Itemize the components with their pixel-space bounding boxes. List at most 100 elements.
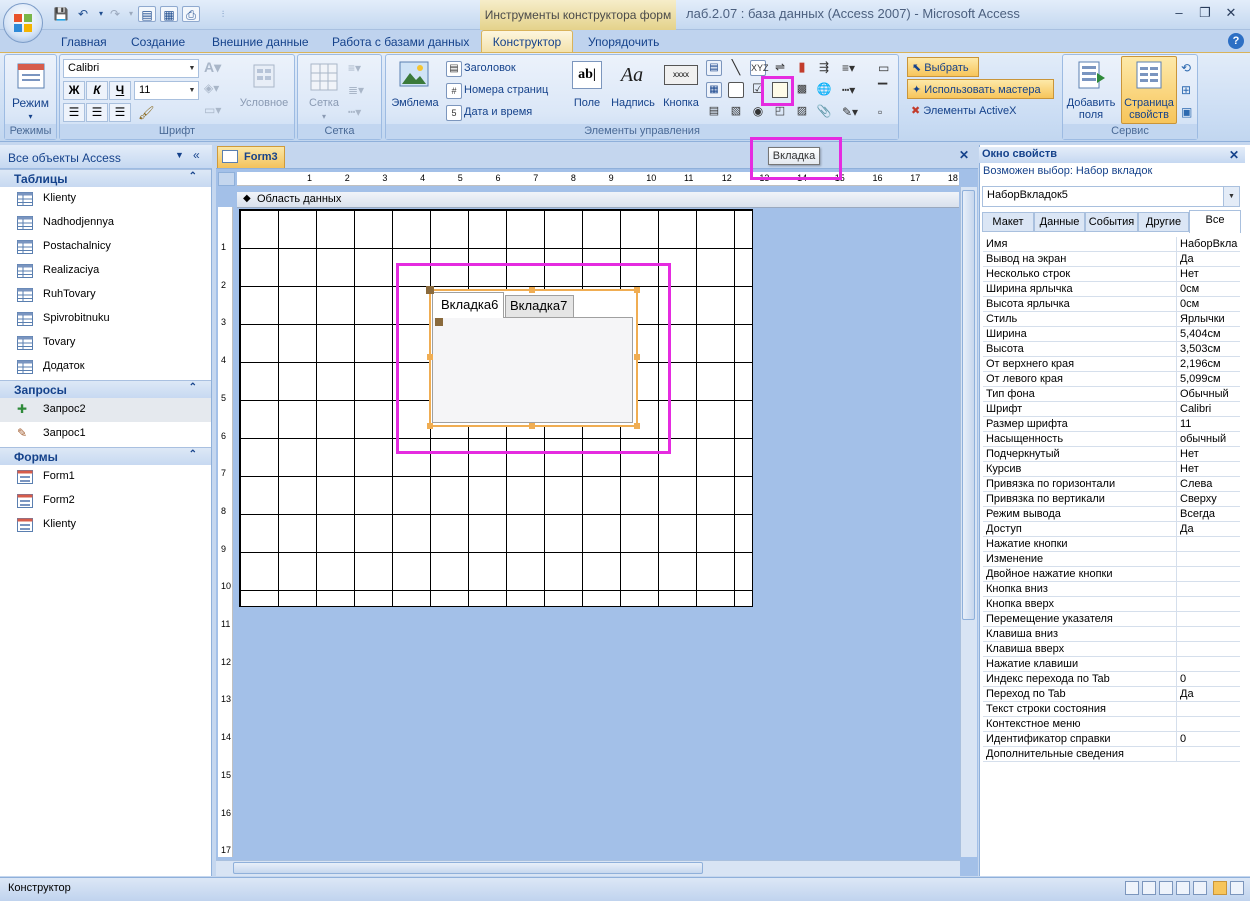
image-icon[interactable]: ▩ — [794, 82, 810, 98]
option-group-icon[interactable]: ◰ — [772, 104, 788, 120]
property-value[interactable]: 0см — [1178, 297, 1240, 311]
option-button-icon[interactable]: ◉ — [750, 104, 766, 120]
property-value[interactable]: Сверху — [1178, 492, 1240, 506]
picture-icon[interactable]: ▨ — [794, 104, 810, 120]
design-view-status-icon[interactable] — [1213, 881, 1227, 895]
prop-tab-format[interactable]: Макет — [982, 212, 1034, 232]
ruler-corner[interactable] — [218, 172, 235, 186]
nav-item-table[interactable]: RuhTovary — [0, 283, 211, 307]
property-value[interactable] — [1178, 582, 1240, 596]
tab-external-data[interactable]: Внешние данные — [206, 32, 315, 52]
property-row[interactable]: Насыщенность обычный — [983, 432, 1240, 447]
restore-button[interactable]: ❐ — [1194, 4, 1216, 22]
nav-item-query[interactable]: ✎ Запрос1 — [0, 422, 211, 446]
close-document-icon[interactable]: ✕ — [959, 148, 973, 162]
activex-button[interactable]: ✖ Элементы ActiveX — [907, 101, 1054, 121]
print-icon[interactable]: ⎙ — [182, 6, 200, 22]
property-row[interactable]: Изменение — [983, 552, 1240, 567]
customize-qat-icon[interactable]: ⫶ — [214, 6, 232, 22]
property-value[interactable] — [1178, 642, 1240, 656]
page-break-icon[interactable]: ⇌ — [772, 60, 788, 76]
property-row[interactable]: Перемещение указателя — [983, 612, 1240, 627]
nav-item-table[interactable]: Klienty — [0, 187, 211, 211]
property-row[interactable]: Ширина ярлычка 0см — [983, 282, 1240, 297]
object-selector-combo[interactable]: НаборВкладок5 ▼ — [982, 186, 1240, 207]
property-value[interactable]: 0см — [1178, 282, 1240, 296]
date-time-button-label[interactable]: Дата и время — [464, 106, 532, 118]
layout-view-status-icon[interactable] — [1193, 881, 1207, 895]
format-painter-icon[interactable]: 🖌 — [138, 105, 155, 121]
tab-design[interactable]: Конструктор — [481, 30, 573, 53]
property-value[interactable]: 2,196см — [1178, 357, 1240, 371]
property-value[interactable] — [1178, 717, 1240, 731]
office-button[interactable] — [3, 3, 43, 43]
property-value[interactable]: Обычный — [1178, 387, 1240, 401]
vertical-scroll-thumb[interactable] — [962, 190, 975, 620]
nav-item-form[interactable]: Form2 — [0, 489, 211, 513]
line-color-control-icon[interactable]: ✎▾ — [842, 105, 870, 121]
subform-icon[interactable]: ⇶ — [816, 60, 832, 76]
nav-item-table[interactable]: Додаток — [0, 355, 211, 379]
property-value[interactable]: Да — [1178, 687, 1240, 701]
section-header-detail[interactable]: Область данных — [237, 192, 959, 208]
property-value[interactable]: Да — [1178, 522, 1240, 536]
bold-button[interactable]: Ж — [63, 81, 85, 100]
help-icon[interactable]: ? — [1228, 33, 1244, 49]
property-row[interactable]: Привязка по вертикали Сверху — [983, 492, 1240, 507]
property-row[interactable]: Переход по Tab Да — [983, 687, 1240, 702]
property-value[interactable]: 5,099см — [1178, 372, 1240, 386]
property-row[interactable]: Контекстное меню — [983, 717, 1240, 732]
undo-icon[interactable]: ↶ — [74, 6, 92, 22]
property-row[interactable]: Нажатие клавиши — [983, 657, 1240, 672]
property-row[interactable]: Клавиша вверх — [983, 642, 1240, 657]
property-value[interactable]: 0 — [1178, 672, 1240, 686]
chart-icon[interactable]: ▮ — [794, 60, 810, 76]
prop-tab-data[interactable]: Данные — [1034, 212, 1085, 232]
form-view-status-icon[interactable] — [1125, 881, 1139, 895]
close-property-sheet-icon[interactable]: ✕ — [1229, 148, 1243, 162]
property-row[interactable]: Высота 3,503см — [983, 342, 1240, 357]
select-button[interactable]: ⬉ Выбрать — [907, 57, 979, 77]
tab-home[interactable]: Главная — [55, 32, 113, 52]
prop-tab-other[interactable]: Другие — [1138, 212, 1189, 232]
property-value[interactable]: 11 — [1178, 417, 1240, 431]
property-row[interactable]: Клавиша вниз — [983, 627, 1240, 642]
field-button-label[interactable]: Поле — [568, 97, 606, 109]
hyperlink-icon[interactable]: 🌐 — [816, 82, 832, 98]
property-value[interactable]: Calibri — [1178, 402, 1240, 416]
tab-create[interactable]: Создание — [125, 32, 191, 52]
pivot-chart-status-icon[interactable] — [1176, 881, 1190, 895]
property-value[interactable] — [1178, 627, 1240, 641]
property-value[interactable]: Да — [1178, 252, 1240, 266]
property-value[interactable] — [1178, 612, 1240, 626]
property-value[interactable]: НаборВкла — [1178, 237, 1240, 251]
property-value[interactable]: Ярлычки — [1178, 312, 1240, 326]
add-fields-label[interactable]: Добавить поля — [1063, 97, 1119, 121]
property-row[interactable]: Идентификатор справки 0 — [983, 732, 1240, 747]
bound-frame-icon[interactable]: ▧ — [728, 104, 744, 120]
convert-macros-icon[interactable]: ▣ — [1181, 105, 1197, 121]
form-view-icon[interactable]: ▤ — [138, 6, 156, 22]
property-value[interactable]: 5,404см — [1178, 327, 1240, 341]
italic-button[interactable]: К — [86, 81, 108, 100]
property-value[interactable]: Нет — [1178, 462, 1240, 476]
property-value[interactable]: Нет — [1178, 447, 1240, 461]
toggle-icon[interactable]: XYZ — [750, 60, 769, 76]
view-button-label[interactable]: Режим — [5, 97, 56, 109]
property-row[interactable]: Привязка по горизонтали Слева — [983, 477, 1240, 492]
property-row[interactable]: От верхнего края 2,196см — [983, 357, 1240, 372]
chevron-down-icon[interactable]: ▾ — [5, 111, 56, 123]
nav-item-table[interactable]: Spivrobitnuku — [0, 307, 211, 331]
property-row[interactable]: Кнопка вниз — [983, 582, 1240, 597]
property-row[interactable]: Двойное нажатие кнопки — [983, 567, 1240, 582]
property-value[interactable]: Всегда — [1178, 507, 1240, 521]
property-row[interactable]: Имя НаборВкла — [983, 237, 1240, 252]
minimize-button[interactable]: – — [1168, 4, 1190, 22]
nav-item-query[interactable]: ✚ Запрос2 — [0, 398, 211, 422]
align-right-icon[interactable]: ☰ — [109, 103, 131, 122]
logo-button-label[interactable]: Эмблема — [388, 97, 442, 109]
property-value[interactable] — [1178, 552, 1240, 566]
property-row[interactable]: Курсив Нет — [983, 462, 1240, 477]
property-row[interactable]: Доступ Да — [983, 522, 1240, 537]
line-type-icon[interactable]: ┅▾ — [842, 83, 870, 99]
